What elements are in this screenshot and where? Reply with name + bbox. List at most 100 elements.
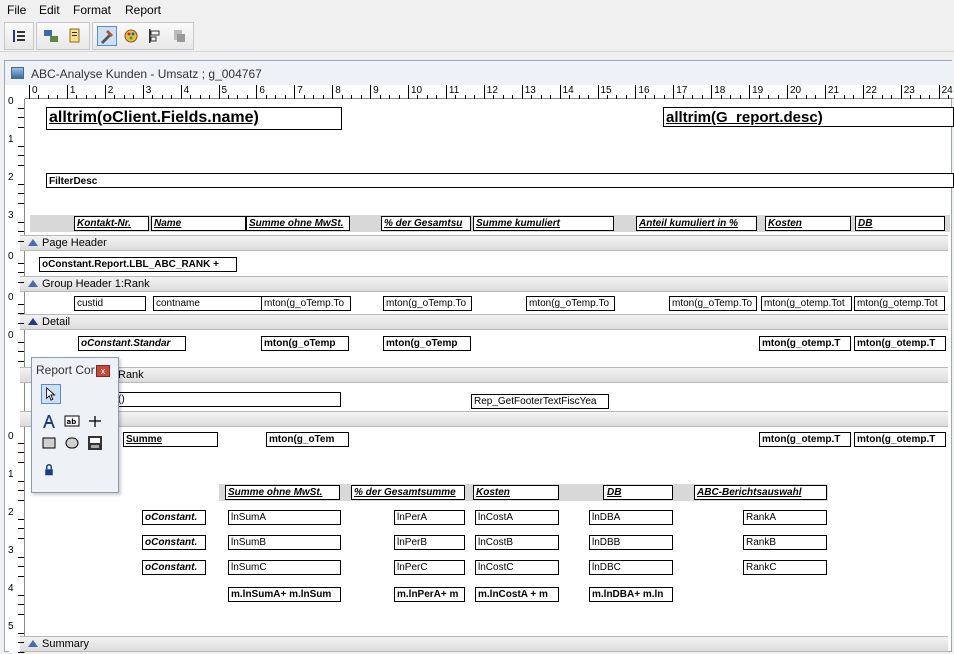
line-tool-icon[interactable] — [85, 411, 105, 431]
col-header-prozent[interactable]: % der Gesamtsu — [381, 216, 471, 231]
print-preview-icon[interactable] — [169, 26, 189, 46]
menu-format[interactable]: Format — [73, 3, 111, 17]
gf-prozent-field[interactable]: mton(g_oTemp — [383, 336, 471, 351]
abc-per-b[interactable]: lnPerB — [394, 535, 465, 550]
summary-kosten-field[interactable]: mton(g_otemp.T — [759, 432, 851, 447]
band-group-footer[interactable]: Rank — [20, 367, 948, 383]
abc-rank-c[interactable]: RankC — [743, 560, 827, 575]
toolbar-group-3 — [92, 22, 194, 50]
menu-report[interactable]: Report — [125, 3, 161, 17]
detail-anteil-field[interactable]: mton(g_oTemp.To — [669, 296, 757, 311]
abc-row-label-a[interactable]: oConstant. — [142, 510, 206, 525]
close-icon[interactable]: x — [96, 365, 110, 377]
menu-file[interactable]: File — [7, 3, 26, 17]
band-detail[interactable]: Detail — [20, 314, 948, 330]
detail-kosten-field[interactable]: mton(g_otemp.Tot — [761, 296, 852, 311]
detail-custid-field[interactable]: custid — [74, 296, 146, 311]
ruler-minor-tick — [47, 95, 49, 99]
vruler-tick — [18, 556, 24, 558]
rectangle-tool-icon[interactable] — [39, 433, 59, 453]
abc-total-db[interactable]: m.lnDBA+ m.ln — [589, 587, 673, 602]
gf-db-field[interactable]: mton(g_otemp.T — [854, 336, 946, 351]
pointer-tool-icon[interactable] — [41, 384, 61, 404]
abc-rank-b[interactable]: RankB — [743, 535, 827, 550]
detail-prozent-field[interactable]: mton(g_oTemp.To — [383, 296, 472, 311]
menu-edit[interactable]: Edit — [39, 3, 60, 17]
ruler-minor-tick — [777, 95, 779, 99]
lock-icon[interactable] — [39, 460, 59, 480]
band-label: Detail — [42, 316, 71, 328]
collapse-triangle-icon[interactable] — [28, 280, 38, 287]
ruler-minor-tick — [502, 95, 504, 99]
detail-summe-field[interactable]: mton(g_oTemp.To — [261, 296, 351, 311]
abc-db-b[interactable]: lnDBB — [589, 535, 673, 550]
col-header-anteil[interactable]: Anteil kumuliert in % — [636, 216, 757, 231]
page-setup-icon[interactable] — [65, 26, 85, 46]
abc-db-c[interactable]: lnDBC — [589, 560, 673, 575]
properties-icon[interactable] — [9, 26, 29, 46]
detail-db-field[interactable]: mton(g_otemp.Tot — [854, 296, 945, 311]
summary-summe-field[interactable]: mton(g_oTem — [266, 432, 349, 447]
band-summary[interactable]: Summary — [20, 636, 948, 652]
rounded-rectangle-tool-icon[interactable] — [62, 433, 82, 453]
detail-contname-field[interactable]: contname — [153, 296, 265, 311]
band-page-header[interactable]: Page Header — [20, 235, 948, 251]
abc-header-prozent[interactable]: % der Gesamtsumme — [351, 485, 465, 500]
col-header-summe[interactable]: Summe ohne MwSt. — [246, 216, 350, 231]
data-environment-icon[interactable] — [41, 26, 61, 46]
col-header-kumuliert[interactable]: Summe kumuliert — [473, 216, 614, 231]
abc-per-c[interactable]: lnPerC — [394, 560, 465, 575]
abc-db-a[interactable]: lnDBA — [589, 510, 673, 525]
collapse-triangle-icon[interactable] — [28, 318, 38, 325]
col-header-db[interactable]: DB — [855, 216, 945, 231]
page-footer-text-field[interactable]: Rep_GetFooterTextFiscYea — [471, 394, 609, 409]
gf-kosten-field[interactable]: mton(g_otemp.T — [759, 336, 851, 351]
abc-sum-b[interactable]: lnSumB — [228, 535, 341, 550]
abc-rank-a[interactable]: RankA — [743, 510, 827, 525]
summary-summe-label[interactable]: Summe — [123, 432, 218, 447]
label-tool-icon[interactable] — [39, 411, 59, 431]
abc-header-db[interactable]: DB — [603, 485, 673, 500]
abc-cost-c[interactable]: lnCostC — [475, 560, 559, 575]
gf-standard-field[interactable]: oConstant.Standar — [78, 336, 186, 351]
collapse-triangle-icon[interactable] — [28, 239, 38, 246]
layout-toolbar-icon[interactable] — [145, 26, 165, 46]
ruler-minor-tick — [360, 95, 362, 99]
abc-per-a[interactable]: lnPerA — [394, 510, 465, 525]
abc-cost-b[interactable]: lnCostB — [475, 535, 559, 550]
col-header-kosten[interactable]: Kosten — [765, 216, 851, 231]
abc-row-label-b[interactable]: oConstant. — [142, 535, 206, 550]
abc-total-per[interactable]: m.lnPerA+ m — [394, 587, 465, 602]
abc-sum-c[interactable]: lnSumC — [228, 560, 341, 575]
group-header-rank-field[interactable]: oConstant.Report.LBL_ABC_RANK + — [39, 257, 237, 272]
col-header-kontakt[interactable]: Kontakt-Nr. — [74, 216, 149, 231]
abc-total-cost[interactable]: m.lnCostA + m — [475, 587, 559, 602]
band-group-header[interactable]: Group Header 1:Rank — [20, 276, 948, 292]
ruler-minor-tick — [303, 95, 305, 99]
band-page-footer[interactable] — [20, 411, 948, 427]
filter-desc-field[interactable]: FilterDesc — [46, 173, 954, 188]
report-controls-palette[interactable]: Report Cor x ab — [31, 357, 119, 493]
abc-header-kosten[interactable]: Kosten — [473, 485, 559, 500]
color-palette-icon[interactable] — [121, 26, 141, 46]
page-footer-left-field[interactable]: () — [115, 392, 341, 407]
ole-picture-tool-icon[interactable] — [85, 433, 105, 453]
ruler-minor-tick — [227, 95, 229, 99]
ruler-minor-tick — [654, 95, 656, 99]
vruler-tick — [18, 528, 24, 529]
summary-db-field[interactable]: mton(g_otemp.T — [854, 432, 946, 447]
abc-header-auswahl[interactable]: ABC-Berichtsauswahl — [694, 485, 827, 500]
field-tool-icon[interactable]: ab — [62, 411, 82, 431]
abc-sum-a[interactable]: lnSumA — [228, 510, 341, 525]
collapse-triangle-icon[interactable] — [28, 640, 38, 647]
abc-row-label-c[interactable]: oConstant. — [142, 560, 206, 575]
client-name-field[interactable]: alltrim(oClient.Fields.name) — [46, 107, 342, 130]
col-header-name[interactable]: Name — [151, 216, 246, 231]
abc-cost-a[interactable]: lnCostA — [475, 510, 559, 525]
report-controls-toolbar-icon[interactable] — [97, 26, 117, 46]
abc-total-sum[interactable]: m.lnSumA+ m.lnSum — [228, 587, 341, 602]
report-desc-field[interactable]: alltrim(G_report.desc) — [663, 107, 954, 127]
gf-summe-field[interactable]: mton(g_oTemp — [261, 336, 349, 351]
abc-header-summe[interactable]: Summe ohne MwSt. — [225, 485, 340, 500]
detail-kumuliert-field[interactable]: mton(g_oTemp.To — [526, 296, 615, 311]
